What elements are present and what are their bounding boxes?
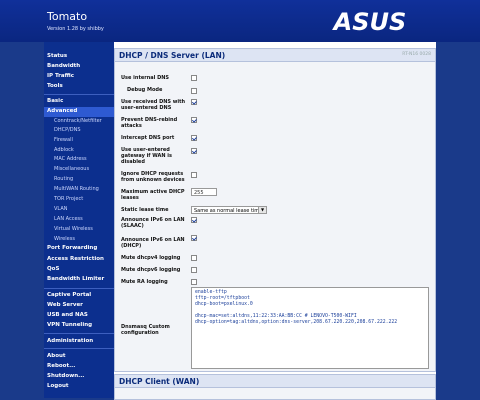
field-label: Ignore DHCP requests from unknown device… [121,171,185,183]
checkbox[interactable] [191,99,197,105]
sidebar-divider [44,348,114,349]
right-margin [436,42,480,398]
static-lease-select[interactable]: Same as normal lease time ▼ [191,206,267,214]
checkbox[interactable] [191,75,197,81]
sidebar-item-vlan[interactable]: VLAN [54,206,67,212]
sidebar-item-miscellaneous[interactable]: Miscellaneous [54,166,89,172]
sidebar-item-usb-and-nas[interactable]: USB and NAS [47,312,88,318]
sidebar-divider [44,94,114,95]
chevron-down-icon: ▼ [258,207,266,213]
field-label: Use user-entered gateway if WAN is disab… [121,147,172,165]
field-label: Prevent DNS-rebind attacks [121,117,178,129]
static-lease-label: Static lease time [121,207,169,213]
checkbox[interactable] [191,255,197,261]
sidebar-item-basic[interactable]: Basic [47,98,63,104]
sidebar-item-tor-project[interactable]: TOR Project [54,196,83,202]
sidebar-item-bandwidth-limiter[interactable]: Bandwidth Limiter [47,276,104,282]
field-label: Debug Mode [127,87,163,93]
sidebar-item-qos[interactable]: QoS [47,266,59,272]
app-version: Version 1.28 by shibby [47,26,104,32]
sidebar-item-port-forwarding[interactable]: Port Forwarding [47,245,97,251]
checkbox[interactable] [191,267,197,273]
sidebar-item-lan-access[interactable]: LAN Access [54,216,83,222]
config-line: dhcp-option=tag:altdns,option:dns-server… [195,320,398,325]
checkbox[interactable] [191,88,197,94]
sidebar-item-dhcp-dns[interactable]: DHCP/DNS [54,127,81,133]
sidebar-item-conntrack-netfilter[interactable]: Conntrack/Netfilter [54,118,102,124]
dnsmasq-label: Dnsmasq Custom configuration [121,324,170,336]
section-dhcp-client: DHCP Client (WAN) [114,374,436,400]
section-header: DHCP Client (WAN) [115,375,435,388]
sidebar-item-shutdown[interactable]: Shutdown... [47,373,84,379]
checkbox[interactable] [191,217,197,223]
field-label: Mute dhcpv4 logging [121,255,181,261]
dnsmasq-config-textarea[interactable]: enable-tftp tftp-root=/tftpboot dhcp-boot=… [191,287,429,369]
field-label: Use received DNS with user-entered DNS [121,99,186,111]
field-label: Announce IPv6 on LAN (SLAAC) [121,217,185,229]
sidebar-item-about[interactable]: About [47,353,66,359]
max-leases-label: Maximum active DHCP leases [121,189,185,201]
field-label: Use internal DNS [121,75,170,81]
sidebar-item-wireless[interactable]: Wireless [54,236,75,242]
sidebar-item-captive-portal[interactable]: Captive Portal [47,292,91,298]
sidebar-item-firewall[interactable]: Firewall [54,137,73,143]
asus-logo: ASUS [332,9,407,33]
build-label: RT-N16 0028 [402,52,431,57]
sidebar-item-reboot[interactable]: Reboot... [47,363,75,369]
sidebar-item-web-server[interactable]: Web Server [47,302,83,308]
checkbox[interactable] [191,279,197,285]
sidebar-item-bandwidth[interactable]: Bandwidth [47,63,80,69]
sidebar-item-tools[interactable]: Tools [47,83,63,89]
section-dhcp-dns-server: DHCP / DNS Server (LAN) RT-N16 0028 Use … [114,48,436,372]
sidebar-item-mac-address[interactable]: MAC Address [54,156,87,162]
max-leases-input[interactable]: 255 [191,188,217,196]
sidebar-item-access-restriction[interactable]: Access Restriction [47,256,104,262]
logo-text: ASUS [332,9,407,33]
sidebar-item-virtual-wireless[interactable]: Virtual Wireless [54,226,93,232]
sidebar-item-ip-traffic[interactable]: IP Traffic [47,73,74,79]
sidebar-item-multiwan-routing[interactable]: MultiWAN Routing [54,186,99,192]
sidebar-item-status[interactable]: Status [47,53,67,59]
field-label: Mute RA logging [121,279,168,285]
sidebar-item-vpn-tunneling[interactable]: VPN Tunneling [47,322,92,328]
sidebar-divider [44,288,114,289]
field-label: Mute dhcpv6 logging [121,267,181,273]
sidebar-item-advanced[interactable]: Advanced [47,108,77,114]
static-lease-value: Same as normal lease time [194,208,263,214]
section-header: DHCP / DNS Server (LAN) RT-N16 0028 [115,49,435,62]
checkbox[interactable] [191,135,197,141]
sidebar-item-administration[interactable]: Administration [47,338,93,344]
sidebar-item-logout[interactable]: Logout [47,383,69,389]
field-label: Intercept DNS port [121,135,175,141]
section-title: DHCP / DNS Server (LAN) [119,51,226,60]
sidebar-item-routing[interactable]: Routing [54,176,73,182]
app-title: Tomato [47,10,88,23]
section-title: DHCP Client (WAN) [119,377,200,386]
field-label: Announce IPv6 on LAN (DHCP) [121,237,185,249]
checkbox[interactable] [191,235,197,241]
sidebar-item-adblock[interactable]: Adblock [54,147,74,153]
checkbox[interactable] [191,148,197,154]
checkbox[interactable] [191,172,197,178]
checkbox[interactable] [191,117,197,123]
sidebar-divider [44,333,114,334]
